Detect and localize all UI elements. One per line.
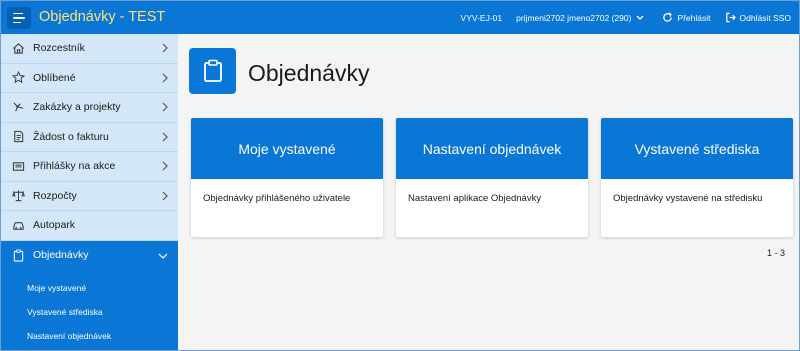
card-moje-vystavene[interactable]: Moje vystavené Objednávky přihlášeného u…	[191, 118, 383, 237]
sidebar-item-label: Žádost o fakturu	[33, 130, 109, 143]
chevron-down-icon	[636, 15, 644, 20]
chevron-right-icon	[162, 102, 168, 112]
home-icon	[11, 41, 25, 55]
chevron-right-icon	[162, 132, 168, 141]
clipboard-icon	[189, 48, 236, 94]
menu-icon-line	[13, 17, 25, 19]
registration-icon	[11, 159, 25, 173]
sidebar-item-label: Rozpočty	[33, 189, 77, 202]
user-menu[interactable]: prijmeni2702 jmeno2702 (290)	[516, 13, 648, 23]
chevron-right-icon	[162, 161, 168, 171]
submenu-item-nastaveni-objednavek[interactable]: Nastavení objednávek	[1, 324, 178, 348]
sidebar-item-autopark[interactable]: Autopark	[1, 211, 178, 241]
sidebar: Rozcestník Oblíbené Zakázky a projekty Ž…	[1, 34, 178, 350]
project-icon	[11, 100, 25, 114]
logout-label: Odhlásit SSO	[739, 12, 792, 23]
objednavky-submenu: Moje vystavené Vystavené střediska Nasta…	[1, 270, 178, 350]
refresh-icon	[663, 12, 673, 22]
sidebar-item-prihlasky[interactable]: Přihlášky na akce	[1, 152, 178, 182]
sidebar-item-rozcestnik[interactable]: Rozcestník	[1, 34, 178, 64]
menu-icon-line	[13, 12, 23, 15]
app-window: Objednávky - TEST VYV-EJ-01 prijmeni2702…	[0, 0, 800, 351]
sidebar-item-label: Přihlášky na akce	[33, 160, 116, 173]
sidebar-item-label: Objednávky	[33, 249, 89, 262]
chevron-right-icon	[162, 43, 168, 53]
user-name: prijmeni2702 jmeno2702 (290)	[516, 12, 632, 23]
car-icon	[11, 218, 25, 232]
submenu-item-vystavene-strediska[interactable]: Vystavené střediska	[1, 300, 178, 324]
environment-text: VYV-EJ-01	[460, 12, 503, 23]
top-right-area: VYV-EJ-01 prijmeni2702 jmeno2702 (290) P…	[447, 1, 791, 34]
environment-label: VYV-EJ-01	[461, 13, 503, 23]
logout-button[interactable]: Odhlásit SSO	[725, 12, 792, 23]
card-description: Objednávky vystavené na středisku	[613, 193, 763, 204]
submenu-item-moje-vystavene[interactable]: Moje vystavené	[1, 276, 178, 300]
sidebar-item-label: Rozcestník	[33, 42, 85, 55]
pagination-info: 1 - 3	[766, 248, 785, 258]
star-icon	[11, 71, 25, 85]
sidebar-item-oblibene[interactable]: Oblíbené	[1, 64, 178, 93]
card-description: Nastavení aplikace Objednávky	[408, 193, 542, 204]
sidebar-item-zadost-o-fakturu[interactable]: Žádost o fakturu	[1, 123, 178, 152]
sidebar-item-objednavky[interactable]: Objednávky	[1, 240, 178, 270]
logout-icon	[725, 12, 736, 23]
card-title: Nastavení objednávek	[396, 118, 588, 179]
card-nastaveni-objednavek[interactable]: Nastavení objednávek Nastavení aplikace …	[396, 118, 588, 237]
scales-icon	[11, 189, 25, 203]
main-content: Objednávky Moje vystavené Objednávky při…	[178, 34, 799, 350]
top-bar: Objednávky - TEST VYV-EJ-01 prijmeni2702…	[1, 1, 799, 34]
menu-toggle-button[interactable]	[7, 7, 31, 29]
invoice-icon	[11, 130, 25, 144]
chevron-right-icon	[162, 191, 168, 200]
card-vystavene-strediska[interactable]: Vystavené střediska Objednávky vystavené…	[601, 118, 793, 237]
page-title: Objednávky	[248, 60, 370, 86]
card-description: Objednávky přihlášeného uživatele	[203, 193, 351, 204]
clipboard-icon	[11, 248, 25, 262]
app-title: Objednávky - TEST	[39, 9, 166, 25]
chevron-down-icon	[158, 253, 168, 259]
card-title: Moje vystavené	[191, 118, 383, 179]
sidebar-item-label: Autopark	[33, 219, 76, 232]
switch-user-label: Přehlásit	[677, 12, 711, 23]
switch-user-button[interactable]: Přehlásit	[662, 12, 711, 23]
sidebar-item-label: Zakázky a projekty	[33, 101, 121, 114]
menu-icon-line	[13, 21, 21, 24]
sidebar-item-zakazky[interactable]: Zakázky a projekty	[1, 93, 178, 123]
sidebar-item-rozpocty[interactable]: Rozpočty	[1, 182, 178, 211]
card-title: Vystavené střediska	[601, 118, 793, 179]
chevron-right-icon	[162, 73, 168, 82]
sidebar-item-label: Oblíbené	[33, 71, 76, 84]
